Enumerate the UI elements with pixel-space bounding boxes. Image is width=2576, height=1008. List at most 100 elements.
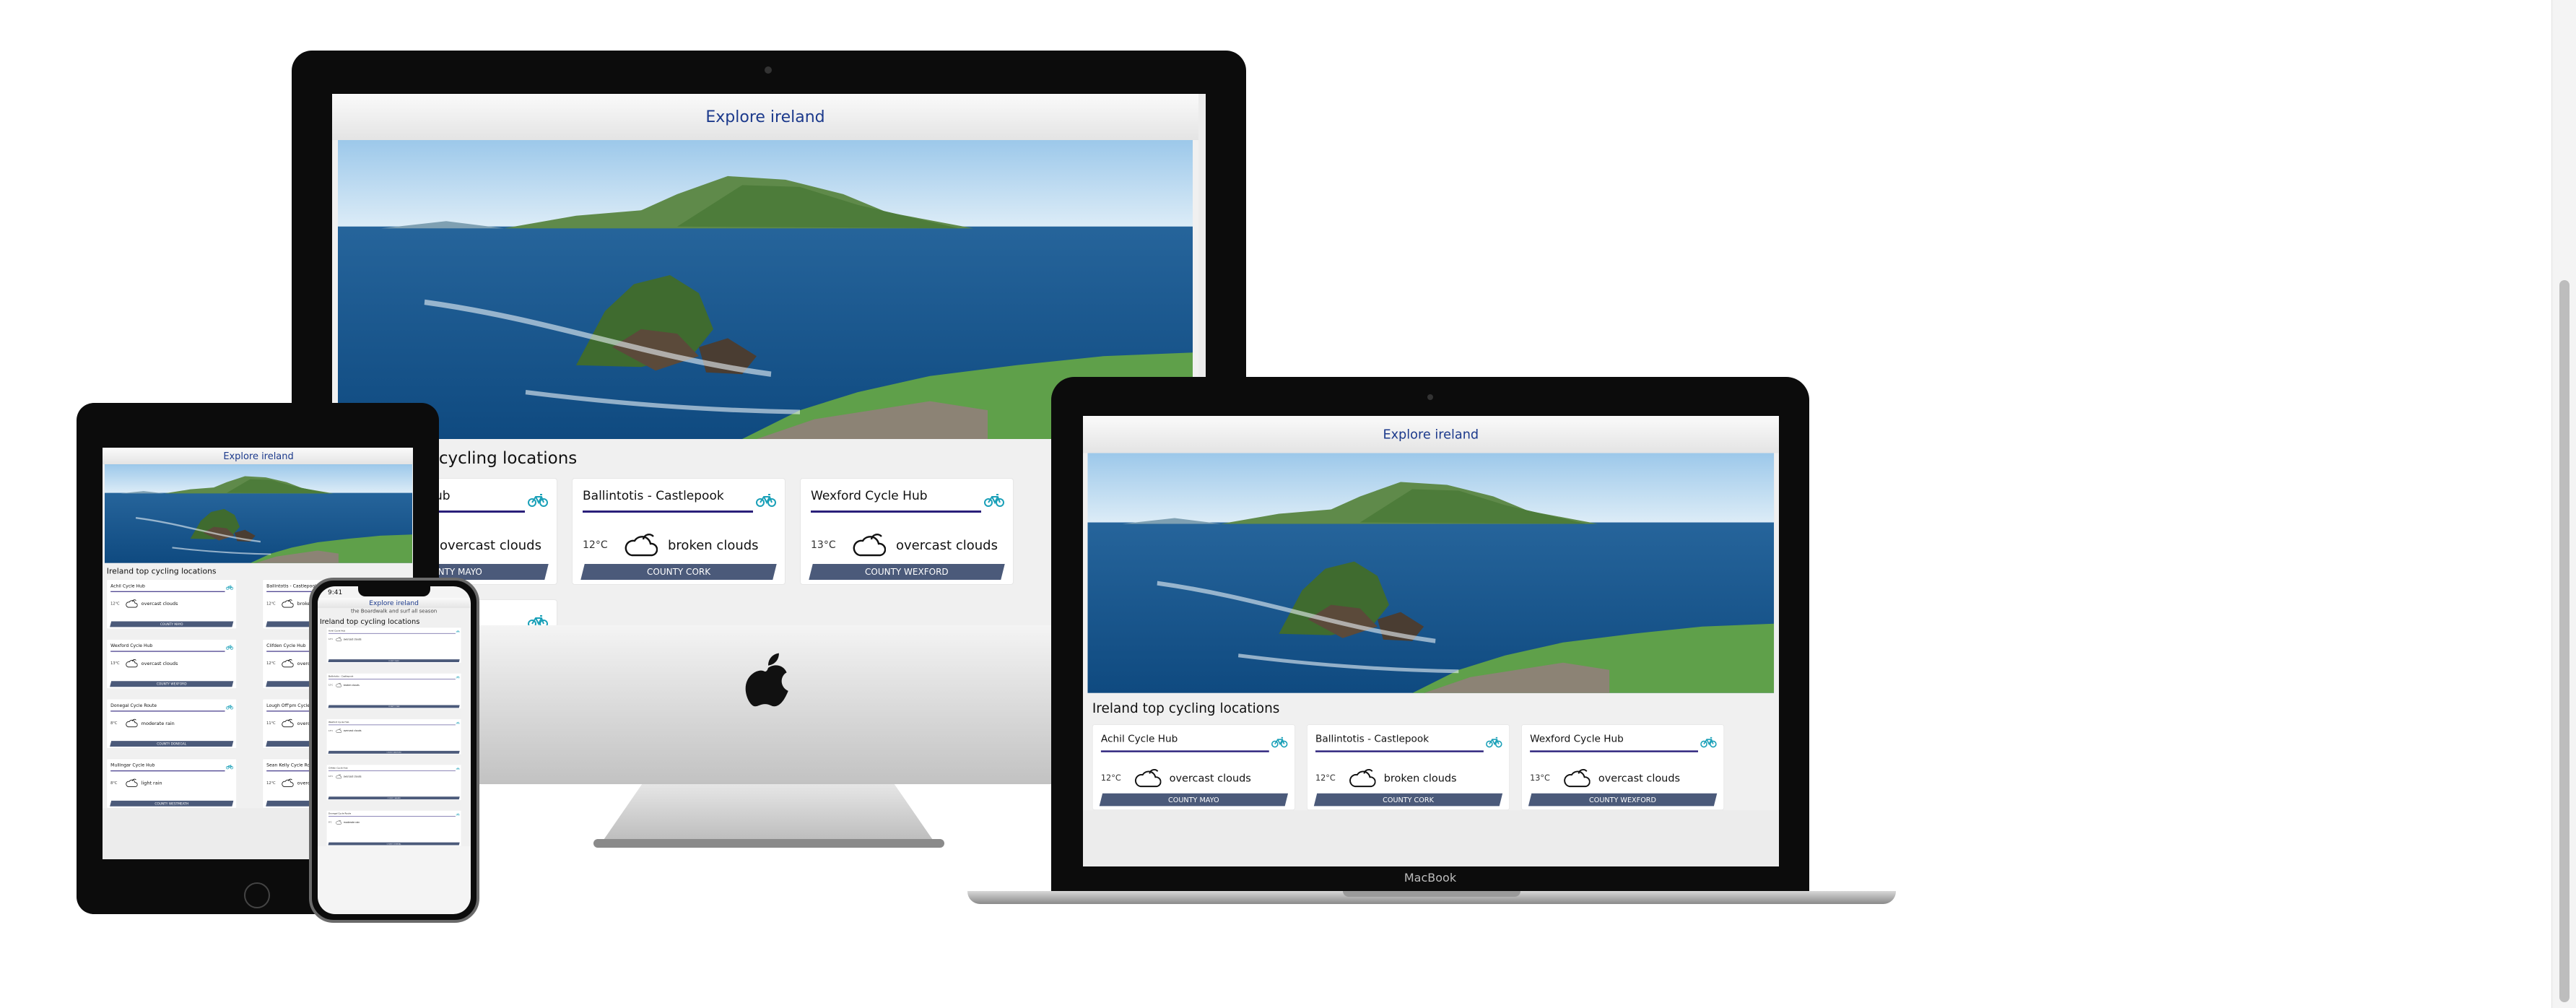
temperature: 12°C xyxy=(266,601,276,606)
location-card[interactable]: Achil Cycle Hub 12°C overcast clouds COUNTY… xyxy=(106,579,237,629)
cloud-icon xyxy=(336,774,341,778)
location-card[interactable]: Ballintotis - Castlepook 12°C broken cloud… xyxy=(326,673,461,709)
weather-condition: overcast clouds xyxy=(343,638,362,641)
county-label: COUNTY GALWAY xyxy=(387,796,401,799)
cloud-icon xyxy=(1349,768,1376,788)
county-badge: COUNTY DONEGAL xyxy=(110,741,234,747)
weather-row: 12°C overcast clouds xyxy=(110,599,232,609)
weather-condition: overcast clouds xyxy=(440,537,541,553)
iphone-screen: 9:41 Explore ireland the Boardwalk and s… xyxy=(318,586,471,914)
bicycle-icon xyxy=(528,493,548,508)
weather-row: 12°C overcast clouds xyxy=(1101,768,1287,788)
county-badge: COUNTY MAYO xyxy=(110,621,234,627)
location-card[interactable]: Achil Cycle Hub 12°C overcast clouds COUNTY… xyxy=(1092,724,1295,811)
county-badge: COUNTY CORK xyxy=(580,564,777,580)
location-cards: Achil Cycle Hub 12°C overcast clouds COUNTY… xyxy=(318,627,470,846)
site-header: Explore ireland xyxy=(103,448,413,465)
location-cards: Achil Cycle Hub 12°C overcast clouds COUNTY… xyxy=(1083,724,1779,811)
title-underline xyxy=(110,591,225,592)
location-card[interactable]: Clifden Cycle Hub 12°C overcast clouds COUN… xyxy=(326,765,461,801)
location-name: Ballintotis - Castlepook xyxy=(328,675,354,678)
county-label: COUNTY WEXFORD xyxy=(1589,795,1657,804)
temperature: 8°C xyxy=(110,781,118,786)
county-label: COUNTY DONEGAL xyxy=(386,843,401,845)
weather-condition: overcast clouds xyxy=(141,601,178,607)
county-badge: COUNTY WEXFORD xyxy=(110,681,234,687)
macbook-screen: Explore ireland Ireland top cycling loca… xyxy=(1083,416,1779,866)
temperature: 13°C xyxy=(328,729,334,732)
weather-row: 13°C overcast clouds xyxy=(328,729,459,733)
bicycle-icon xyxy=(226,764,233,769)
location-name: Donegal Cycle Route xyxy=(328,812,352,815)
location-name: Achil Cycle Hub xyxy=(328,629,346,633)
location-card[interactable]: Wexford Cycle Hub 13°C overcast clouds COUN… xyxy=(326,718,461,755)
location-card[interactable]: Wexford Cycle Hub 13°C overcast clouds COUN… xyxy=(1521,724,1725,811)
weather-row: 12°C overcast clouds xyxy=(328,774,459,778)
cloud-icon xyxy=(126,718,138,728)
scrollbar-thumb[interactable] xyxy=(2559,280,2570,1002)
imac-camera xyxy=(765,66,772,74)
title-underline xyxy=(583,510,753,513)
title-underline xyxy=(110,651,225,652)
county-badge: COUNTY MAYO xyxy=(1099,793,1289,807)
iphone-site: Explore ireland the Boardwalk and surf a… xyxy=(318,598,471,846)
bicycle-icon xyxy=(1700,737,1716,748)
weather-condition: overcast clouds xyxy=(141,661,178,666)
bicycle-icon xyxy=(456,813,460,816)
bicycle-icon xyxy=(1486,737,1502,748)
location-card[interactable]: Donegal Cycle Route 8°C moderate rain COUNT… xyxy=(106,699,237,749)
page-scrollbar[interactable] xyxy=(2551,0,2576,1008)
location-name: Ballintotis - Castlepook xyxy=(1315,733,1430,745)
temperature: 12°C xyxy=(1100,773,1121,783)
temperature: 12°C xyxy=(266,781,276,786)
bicycle-icon xyxy=(456,630,460,633)
macbook-device: Explore ireland Ireland top cycling loca… xyxy=(967,377,1896,911)
county-badge: COUNTY WEXFORD xyxy=(328,750,460,754)
location-name: Achil Cycle Hub xyxy=(110,583,145,589)
location-card[interactable]: Mullingar Cycle Hub 8°C light rain COUNTY W… xyxy=(106,758,237,809)
county-label: COUNTY WEXFORD xyxy=(865,567,949,577)
county-label: COUNTY CORK xyxy=(646,567,711,577)
section-title: Ireland top cycling locations xyxy=(319,617,420,626)
weather-condition: broken clouds xyxy=(1383,772,1457,785)
apple-logo-icon xyxy=(745,651,791,709)
location-card[interactable]: Ballintotis - Castlepook 12°C broken cloud… xyxy=(572,478,786,585)
site-tagline: the Boardwalk and surf all season xyxy=(350,608,438,614)
location-card[interactable]: Donegal Cycle Route 8°C moderate rain COUNT… xyxy=(326,810,461,846)
site-title: Explore ireland xyxy=(369,599,419,607)
weather-row: 12°C broken clouds xyxy=(583,532,775,558)
county-badge: COUNTY CORK xyxy=(1313,793,1503,807)
bicycle-icon xyxy=(226,645,233,650)
location-card[interactable]: Wexford Cycle Hub 13°C overcast clouds COUN… xyxy=(106,639,237,689)
location-card[interactable]: Achil Cycle Hub 12°C overcast clouds COUNTY… xyxy=(326,627,461,664)
temperature: 12°C xyxy=(110,601,120,606)
county-label: COUNTY DONEGAL xyxy=(157,742,187,746)
cloud-icon xyxy=(853,532,886,558)
title-underline xyxy=(328,816,456,817)
weather-condition: overcast clouds xyxy=(343,775,362,778)
bicycle-icon xyxy=(456,721,460,724)
site-title: Explore ireland xyxy=(223,451,294,461)
weather-row: 12°C broken clouds xyxy=(328,683,459,687)
cloud-icon xyxy=(625,532,658,558)
weather-condition: broken clouds xyxy=(668,537,759,553)
location-card[interactable]: Ballintotis - Castlepook 12°C broken cloud… xyxy=(1306,724,1510,811)
cloud-icon xyxy=(1134,768,1161,788)
site-header: Explore ireland xyxy=(332,94,1198,140)
weather-condition: light rain xyxy=(141,780,162,786)
temperature: 13°C xyxy=(1530,773,1550,783)
temperature: 13°C xyxy=(811,539,836,551)
ipad-home-button[interactable] xyxy=(244,882,270,908)
cloud-icon xyxy=(336,683,341,687)
county-label: COUNTY MAYO xyxy=(160,622,183,626)
location-name: Mullingar Cycle Hub xyxy=(110,762,155,768)
temperature: 12°C xyxy=(266,661,276,666)
weather-condition: moderate rain xyxy=(343,820,360,824)
title-underline xyxy=(1315,750,1484,752)
cloud-icon xyxy=(282,778,294,788)
weather-row: 12°C overcast clouds xyxy=(328,637,459,641)
county-badge: COUNTY DONEGAL xyxy=(328,842,460,846)
iphone-status-time: 9:41 xyxy=(328,589,343,596)
cloud-icon xyxy=(336,637,341,641)
county-label: COUNTY MAYO xyxy=(1168,795,1219,804)
